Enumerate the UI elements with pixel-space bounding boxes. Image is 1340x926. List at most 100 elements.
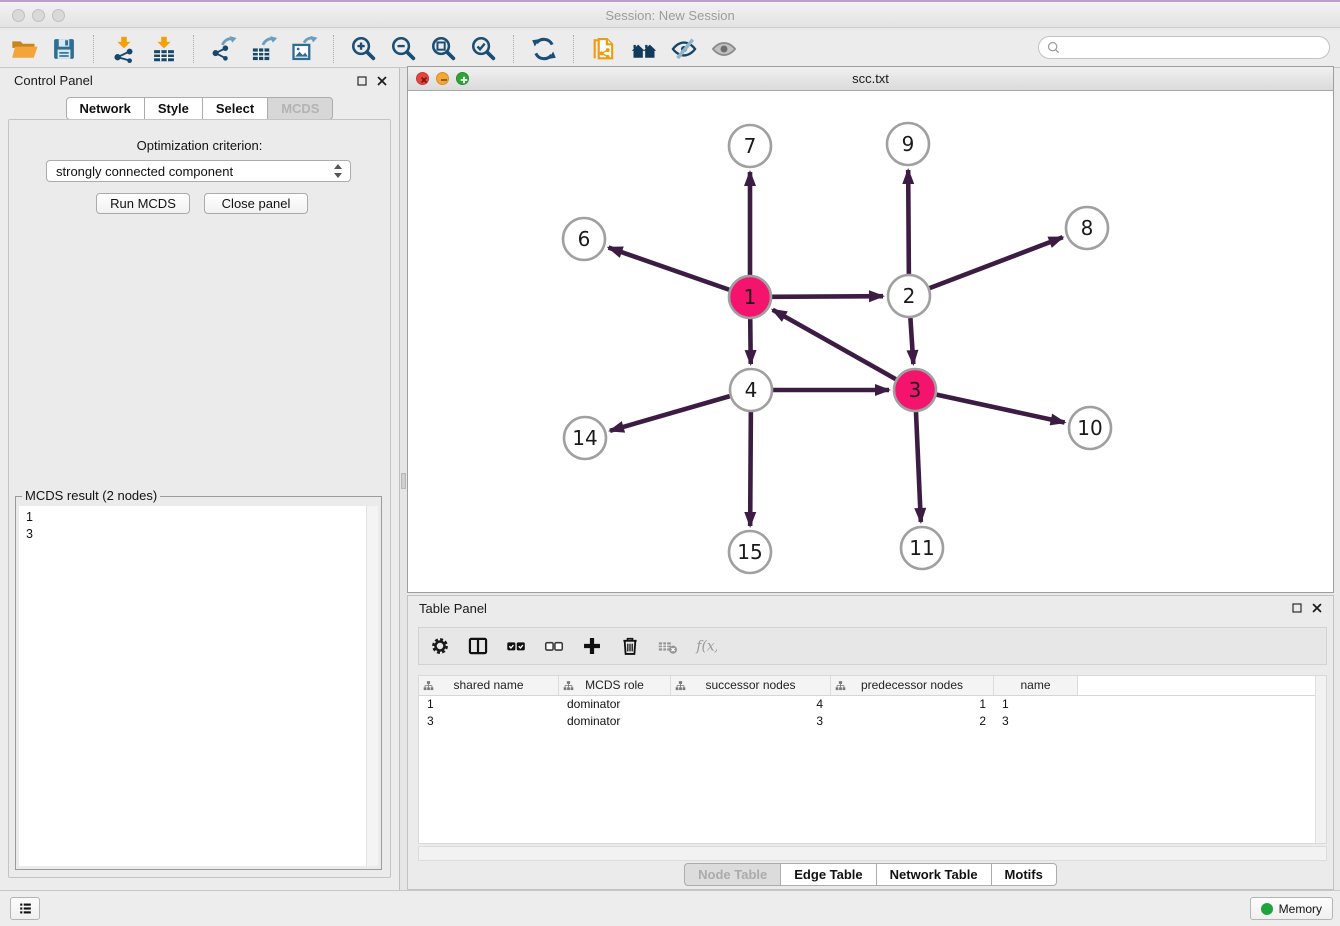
graph-node-2[interactable]: 2 bbox=[888, 275, 930, 317]
result-scrollbar[interactable] bbox=[366, 506, 378, 866]
tab-network-table[interactable]: Network Table bbox=[877, 863, 992, 886]
graph-node-9[interactable]: 9 bbox=[887, 123, 929, 165]
add-column-button[interactable] bbox=[579, 633, 605, 659]
export-network-button[interactable] bbox=[204, 32, 244, 66]
import-table-button[interactable] bbox=[144, 32, 184, 66]
select-all-button[interactable] bbox=[503, 633, 529, 659]
edge-2-3[interactable] bbox=[910, 318, 913, 364]
cell-shared-name[interactable]: 1 bbox=[419, 696, 559, 713]
graph-node-4[interactable]: 4 bbox=[730, 369, 772, 411]
graph-node-11[interactable]: 11 bbox=[901, 527, 943, 569]
import-network-button[interactable] bbox=[104, 32, 144, 66]
table-vertical-scrollbar[interactable] bbox=[1315, 676, 1326, 843]
deselect-all-button[interactable] bbox=[541, 633, 567, 659]
column-header-predecessor-nodes[interactable]: predecessor nodes bbox=[831, 676, 994, 695]
graph-node-8[interactable]: 8 bbox=[1066, 207, 1108, 249]
edge-3-10[interactable] bbox=[936, 395, 1064, 423]
cell-predecessor-nodes[interactable]: 1 bbox=[831, 696, 994, 713]
tab-network[interactable]: Network bbox=[66, 97, 145, 120]
cell-name[interactable]: 3 bbox=[994, 713, 1078, 730]
edge-4-15[interactable] bbox=[750, 412, 751, 526]
edge-4-14[interactable] bbox=[610, 396, 730, 431]
tab-select[interactable]: Select bbox=[203, 97, 268, 120]
table-horizontal-scrollbar[interactable] bbox=[418, 846, 1327, 861]
refresh-button[interactable] bbox=[524, 32, 564, 66]
graph-node-6[interactable]: 6 bbox=[563, 218, 605, 260]
control-panel-close-icon[interactable] bbox=[376, 75, 388, 87]
cell-successor-nodes[interactable]: 3 bbox=[671, 713, 831, 730]
settings-button[interactable] bbox=[427, 633, 453, 659]
tab-style[interactable]: Style bbox=[145, 97, 203, 120]
cell-name[interactable]: 1 bbox=[994, 696, 1078, 713]
control-panel-float-icon[interactable] bbox=[356, 75, 368, 87]
tab-motifs[interactable]: Motifs bbox=[992, 863, 1057, 886]
svg-text:2: 2 bbox=[903, 284, 916, 308]
cell-MCDS-role[interactable]: dominator bbox=[559, 713, 671, 730]
cell-predecessor-nodes[interactable]: 2 bbox=[831, 713, 994, 730]
run-mcds-button[interactable]: Run MCDS bbox=[96, 193, 190, 214]
column-header-shared-name[interactable]: shared name bbox=[419, 676, 559, 695]
export-table-button[interactable] bbox=[244, 32, 284, 66]
tab-edge-table[interactable]: Edge Table bbox=[781, 863, 876, 886]
splitter-handle-icon[interactable] bbox=[401, 473, 406, 489]
close-panel-button[interactable]: Close panel bbox=[204, 193, 308, 214]
column-header-MCDS-role[interactable]: MCDS role bbox=[559, 676, 671, 695]
graph-node-14[interactable]: 14 bbox=[564, 417, 606, 459]
table-row[interactable]: 3dominator323 bbox=[419, 713, 1326, 730]
search-input[interactable] bbox=[1067, 38, 1321, 59]
zoom-fit-button[interactable] bbox=[424, 32, 464, 66]
edge-3-11[interactable] bbox=[916, 412, 921, 522]
toolbar-separator bbox=[93, 35, 95, 63]
zoom-out-button[interactable] bbox=[384, 32, 424, 66]
mcds-result-textarea[interactable]: 1 3 bbox=[19, 506, 378, 866]
table-panel-close-icon[interactable] bbox=[1311, 602, 1323, 614]
network-graph[interactable]: 7 9 6 8 1 2 4 3 14 10 15 11 bbox=[408, 91, 1333, 592]
cell-MCDS-role[interactable]: dominator bbox=[559, 696, 671, 713]
column-header-name[interactable]: name bbox=[994, 676, 1078, 695]
cell-successor-nodes[interactable]: 4 bbox=[671, 696, 831, 713]
import-network-icon bbox=[110, 35, 138, 63]
memory-button[interactable]: Memory bbox=[1250, 897, 1333, 920]
zoom-selected-icon bbox=[470, 35, 498, 63]
function-builder-icon bbox=[695, 635, 717, 657]
edge-2-9[interactable] bbox=[908, 170, 909, 274]
edge-3-1[interactable] bbox=[773, 310, 896, 379]
network-window-titlebar[interactable]: scc.txt bbox=[408, 67, 1333, 91]
show-all-button[interactable] bbox=[704, 32, 744, 66]
save-session-button[interactable] bbox=[44, 32, 84, 66]
task-history-button[interactable] bbox=[10, 897, 40, 920]
first-neighbors-button[interactable] bbox=[624, 32, 664, 66]
edge-2-8[interactable] bbox=[930, 237, 1063, 288]
zoom-in-button[interactable] bbox=[344, 32, 384, 66]
clone-network-button[interactable] bbox=[584, 32, 624, 66]
clone-network-icon bbox=[590, 35, 618, 63]
svg-text:6: 6 bbox=[578, 227, 591, 251]
hide-selected-button[interactable] bbox=[664, 32, 704, 66]
split-view-button[interactable] bbox=[465, 633, 491, 659]
graph-node-7[interactable]: 7 bbox=[729, 125, 771, 167]
show-all-icon bbox=[710, 35, 738, 63]
criterion-select[interactable]: strongly connected component bbox=[46, 160, 351, 182]
node-table[interactable]: shared nameMCDS role successor nodes prede… bbox=[418, 675, 1327, 844]
graph-node-1[interactable]: 1 bbox=[729, 276, 771, 318]
tab-node-table[interactable]: Node Table bbox=[684, 863, 781, 886]
export-image-icon bbox=[290, 35, 318, 63]
table-panel-float-icon[interactable] bbox=[1291, 602, 1303, 614]
open-session-button[interactable] bbox=[4, 32, 44, 66]
graph-node-15[interactable]: 15 bbox=[729, 531, 771, 573]
zoom-selected-button[interactable] bbox=[464, 32, 504, 66]
column-label: successor nodes bbox=[705, 678, 795, 692]
graph-node-3[interactable]: 3 bbox=[894, 369, 936, 411]
search-box[interactable] bbox=[1038, 36, 1330, 59]
delete-column-button[interactable] bbox=[617, 633, 643, 659]
export-image-button[interactable] bbox=[284, 32, 324, 66]
toolbar-separator bbox=[193, 35, 195, 63]
column-header-successor-nodes[interactable]: successor nodes bbox=[671, 676, 831, 695]
cell-shared-name[interactable]: 3 bbox=[419, 713, 559, 730]
edge-1-6[interactable] bbox=[609, 248, 730, 290]
edge-1-2[interactable] bbox=[772, 296, 883, 297]
graph-node-10[interactable]: 10 bbox=[1069, 407, 1111, 449]
tab-mcds[interactable]: MCDS bbox=[268, 97, 333, 120]
table-row[interactable]: 1dominator411 bbox=[419, 696, 1326, 713]
panel-splitter[interactable] bbox=[400, 68, 407, 890]
